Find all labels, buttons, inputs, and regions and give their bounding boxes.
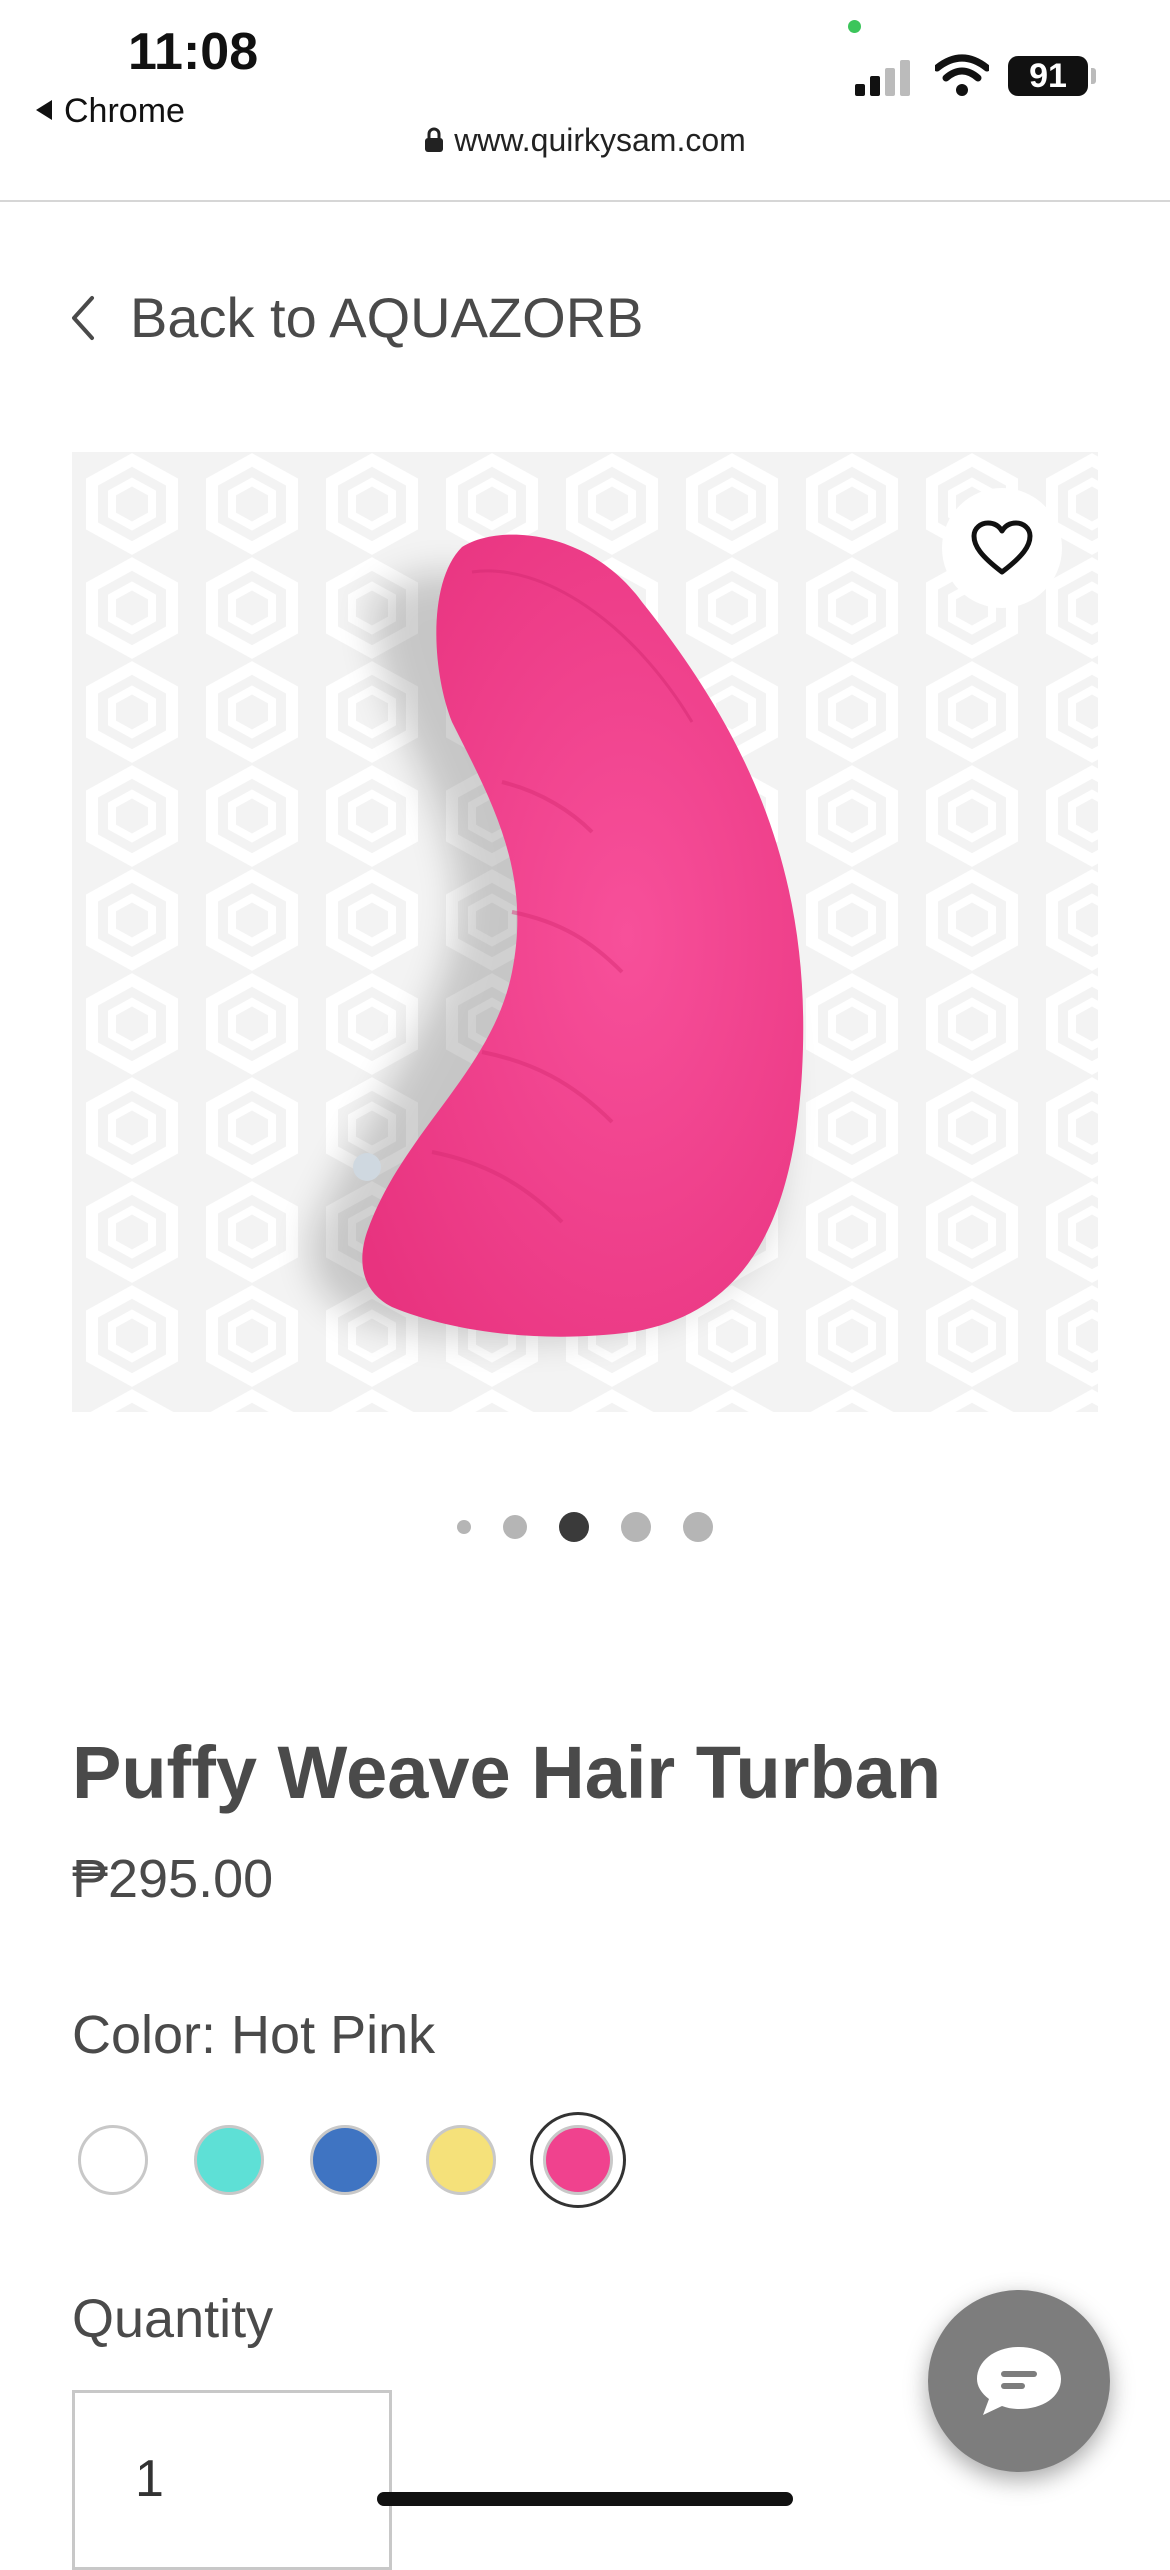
pagination-dot[interactable] xyxy=(683,1512,713,1542)
camera-indicator-dot xyxy=(848,20,861,33)
image-pagination xyxy=(0,1512,1170,1542)
address-bar[interactable]: www.quirkysam.com xyxy=(0,122,1170,159)
pagination-dot[interactable] xyxy=(503,1515,527,1539)
back-to-collection-link[interactable]: Back to AQUAZORB xyxy=(70,285,644,350)
pagination-dot[interactable] xyxy=(621,1512,651,1542)
cellular-signal-icon xyxy=(855,58,915,96)
status-bar: 11:08 Chrome 91 www.quirkysam.com xyxy=(0,0,1170,202)
add-to-wishlist-button[interactable] xyxy=(942,488,1062,608)
clock: 11:08 xyxy=(128,23,259,81)
chevron-left-icon xyxy=(72,295,94,340)
home-indicator xyxy=(377,2492,793,2506)
color-label: Color: Hot Pink xyxy=(72,2005,436,2065)
quantity-value: 1 xyxy=(135,2450,164,2508)
quantity-input[interactable]: 1 xyxy=(72,2390,392,2570)
color-swatch-blue[interactable] xyxy=(310,2125,380,2195)
heart-icon xyxy=(971,520,1033,575)
turban-photo xyxy=(72,452,1098,1412)
product-image[interactable] xyxy=(72,452,1098,1412)
back-link-label: Back to AQUAZORB xyxy=(130,286,644,349)
color-swatch-selected-ring xyxy=(530,2112,626,2208)
pagination-dot-active[interactable] xyxy=(559,1512,589,1542)
color-swatch-white[interactable] xyxy=(78,2125,148,2195)
chat-bubble-icon xyxy=(977,2347,1061,2415)
pagination-dot[interactable] xyxy=(457,1520,471,1534)
lock-icon xyxy=(425,127,444,152)
wifi-icon xyxy=(935,54,989,96)
color-swatch-yellow[interactable] xyxy=(426,2125,496,2195)
battery-indicator: 91 xyxy=(1008,56,1088,96)
color-swatches xyxy=(78,2112,626,2208)
product-price: ₱295.00 xyxy=(72,1849,274,1909)
color-swatch-hot-pink[interactable] xyxy=(543,2125,613,2195)
battery-cap xyxy=(1091,68,1096,84)
color-swatch-turquoise[interactable] xyxy=(194,2125,264,2195)
url-text: www.quirkysam.com xyxy=(454,122,746,158)
chat-button[interactable] xyxy=(928,2290,1110,2472)
product-title: Puffy Weave Hair Turban xyxy=(72,1731,942,1814)
back-triangle-icon xyxy=(36,100,52,120)
quantity-label: Quantity xyxy=(72,2289,274,2349)
